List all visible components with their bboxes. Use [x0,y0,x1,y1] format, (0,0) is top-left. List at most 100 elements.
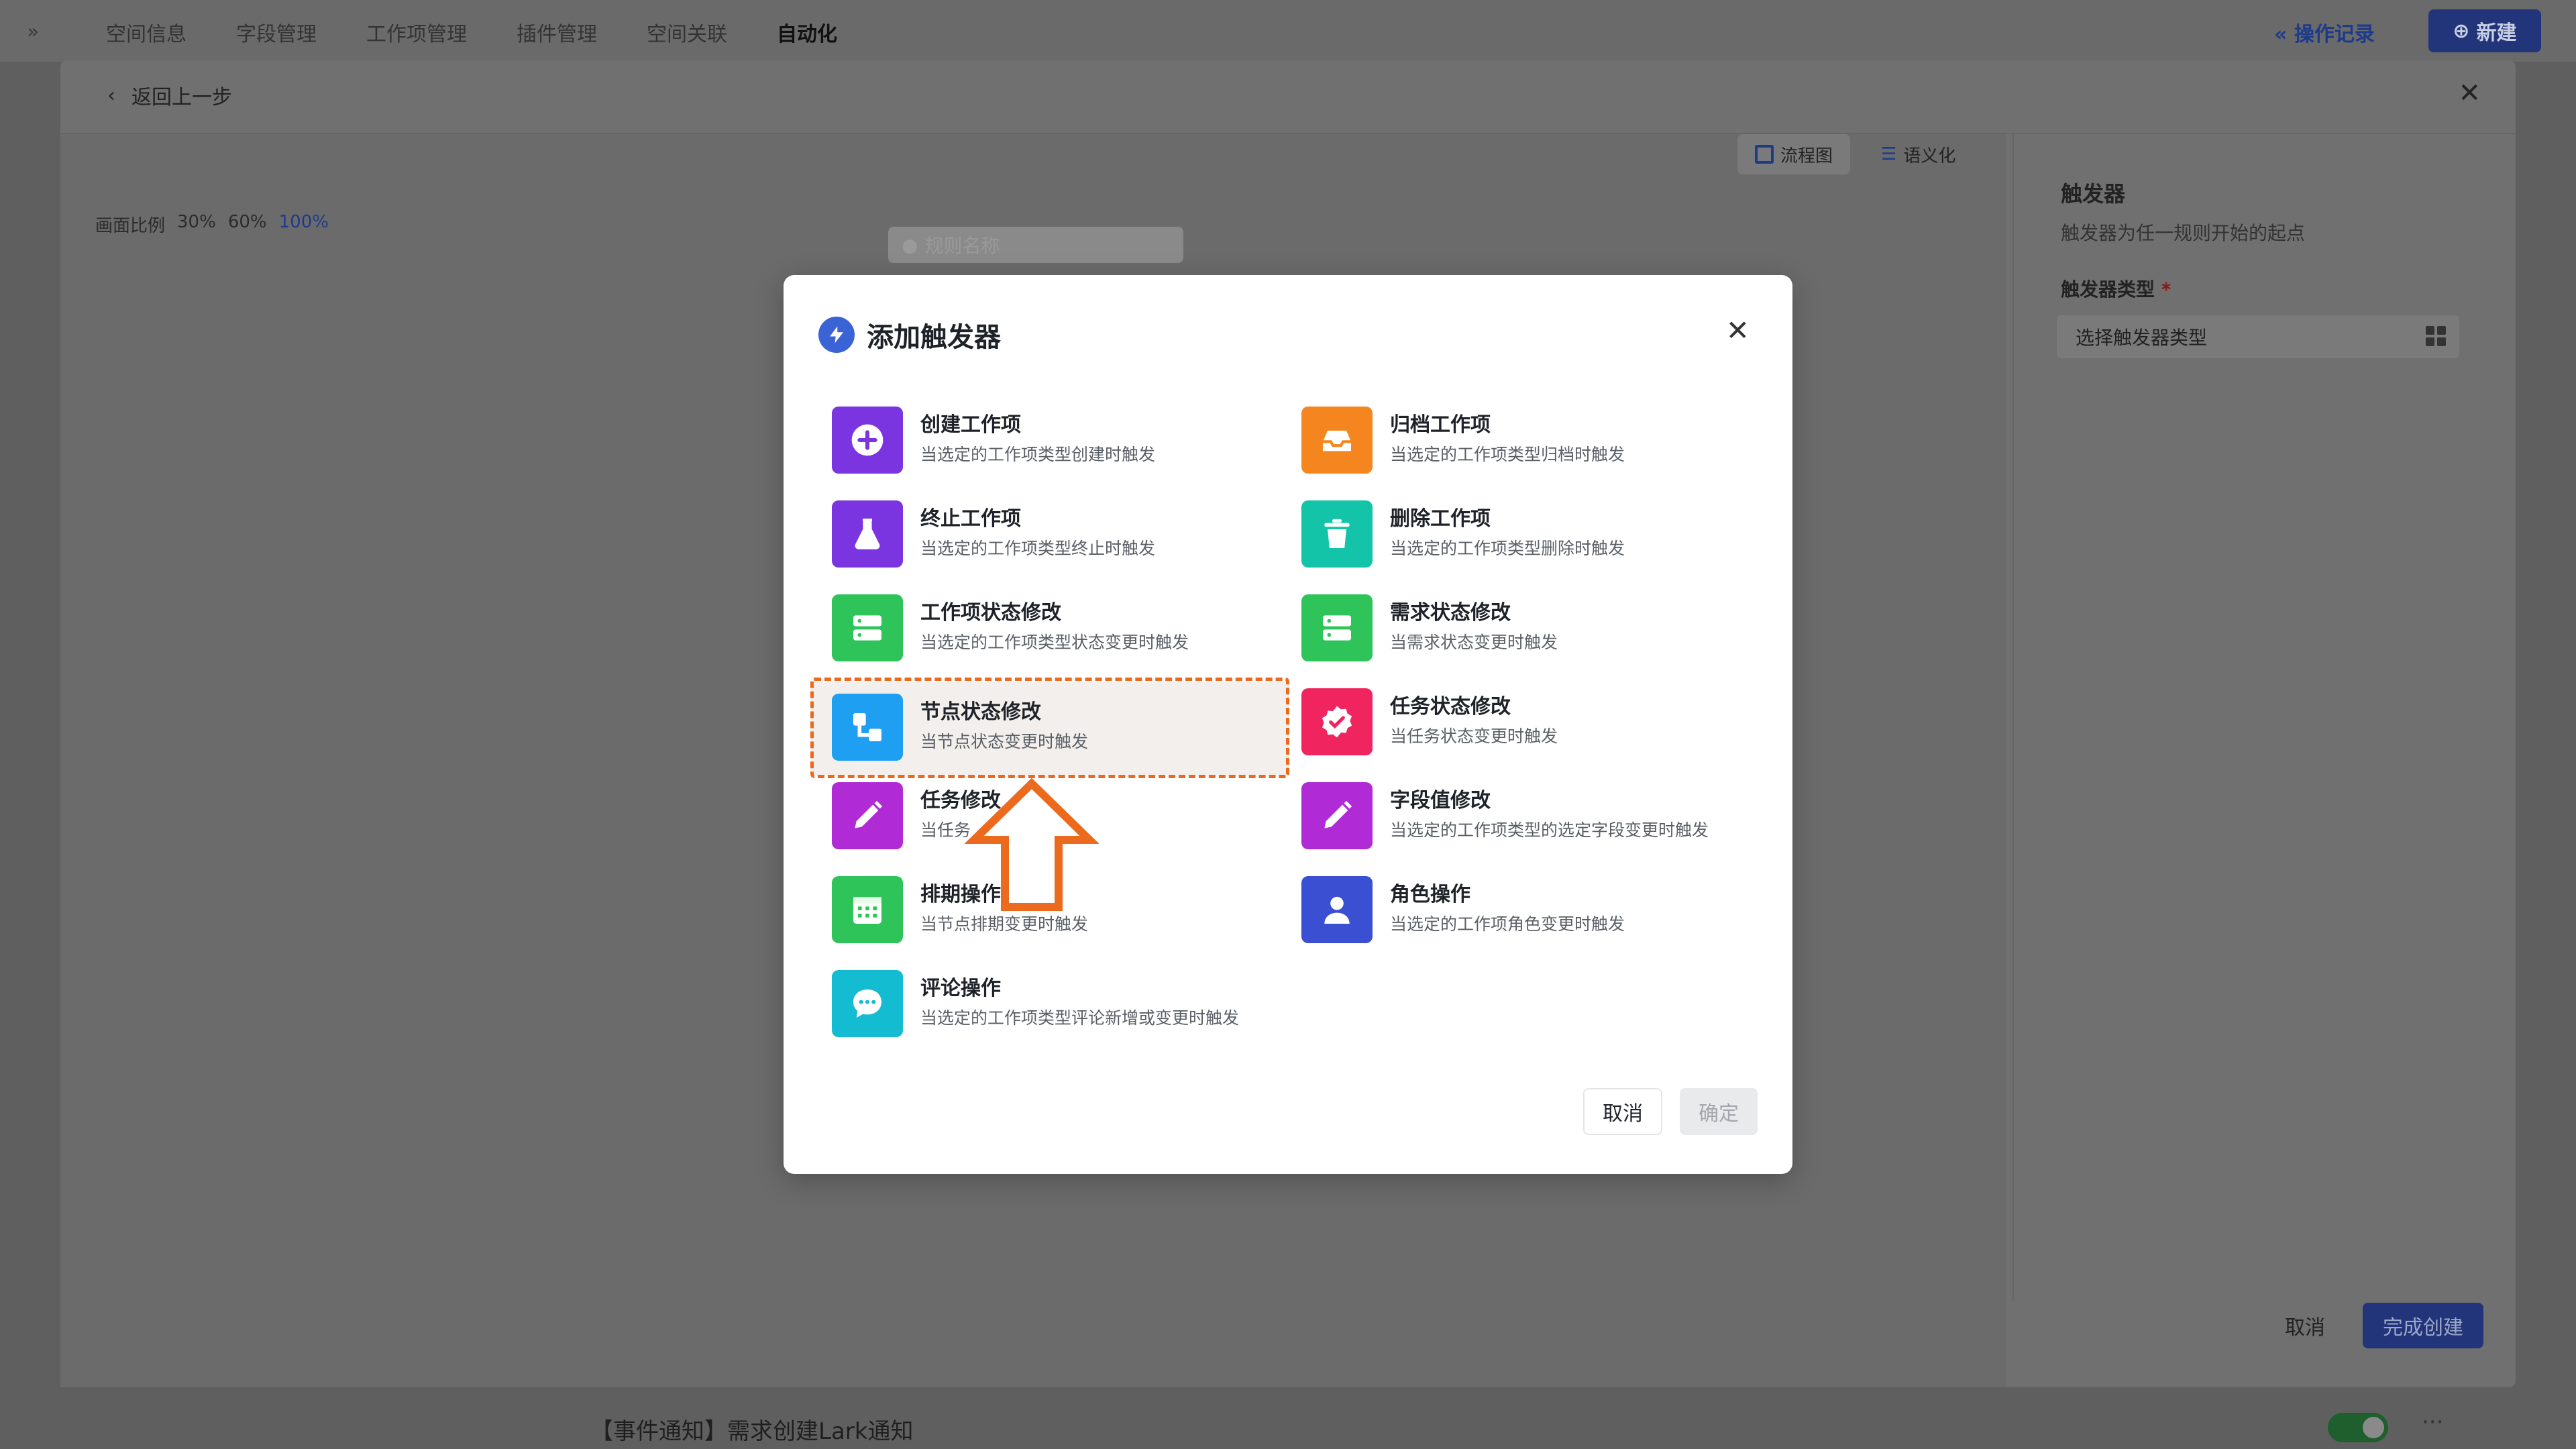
trigger-desc: 当选定的工作项类型删除时触发 [1390,539,1625,558]
trigger-type-label-text: 触发器类型 [2061,278,2155,301]
operation-log-label: 操作记录 [2294,23,2375,46]
inbox-icon [1301,407,1373,474]
sidebar-title: 触发器 [2061,181,2126,207]
trigger-name: 终止工作项 [920,507,1021,531]
trigger-option-requirement-status-change[interactable]: 需求状态修改 当需求状态变更时触发 [1253,588,1709,665]
trigger-option-role-operation[interactable]: 角色操作 当选定的工作项角色变更时触发 [1253,869,1709,947]
trigger-option-field-value-change[interactable]: 字段值修改 当选定的工作项类型的选定字段变更时触发 [1253,775,1709,853]
trigger-name: 角色操作 [1390,883,1470,906]
plus-circle-icon [832,407,903,474]
trigger-desc: 当选定的工作项类型归档时触发 [1390,445,1625,464]
tab-space-info[interactable]: 空间信息 [106,17,186,47]
tab-automation[interactable]: 自动化 [777,17,837,47]
trigger-name: 任务状态修改 [1390,695,1511,718]
trigger-name: 删除工作项 [1390,507,1491,531]
view-flow-button[interactable]: 流程图 [1737,134,1851,174]
trigger-desc: 当选定的工作项角色变更时触发 [1390,914,1625,934]
trigger-name: 工作项状态修改 [920,601,1061,625]
flowchart-icon [1755,145,1774,164]
trigger-option-create-workitem[interactable]: 创建工作项 当选定的工作项类型创建时触发 [784,400,1240,478]
sidebar-description: 触发器为任一规则开始的起点 [2061,222,2306,244]
chat-icon [832,970,903,1037]
trigger-desc: 当任务状态变更时触发 [1390,727,1558,746]
dialog-header: 添加触发器 [818,315,1001,354]
chevron-left-icon: ‹ [107,83,115,107]
dialog-cancel-button[interactable]: 取消 [1583,1088,1662,1135]
zoom-100[interactable]: 100% [279,212,329,237]
zoom-60[interactable]: 60% [228,212,267,237]
panel-close-icon[interactable]: ✕ [2458,78,2481,109]
trigger-option-comment-operation[interactable]: 评论操作 当选定的工作项类型评论新增或变更时触发 [784,963,1240,1041]
trigger-option-delete-workitem[interactable]: 删除工作项 当选定的工作项类型删除时触发 [1253,494,1709,572]
plus-circle-icon: ⊕ [2453,19,2470,43]
list-icon: ☰ [1881,144,1897,164]
trigger-name: 需求状态修改 [1390,601,1511,625]
highlight-box [810,678,1289,778]
trigger-type-select[interactable]: 选择触发器类型 [2057,315,2459,358]
top-nav: » 空间信息 字段管理 工作项管理 插件管理 空间关联 自动化 « 操作记录 ⊕… [0,0,2576,62]
trigger-desc: 当选定的工作项类型终止时触发 [920,539,1156,558]
zoom-control: 画面比例 30% 60% 100% [95,212,329,237]
rule-name-placeholder: 规则名称 [924,235,1000,257]
rule-list-item-title: 【事件通知】需求创建Lark通知 [590,1418,914,1445]
new-button[interactable]: ⊕ 新建 [2428,9,2541,52]
operation-log-link[interactable]: « 操作记录 [2274,17,2375,47]
view-semantic-label: 语义化 [1903,146,1956,166]
trigger-desc: 当选定的工作项类型创建时触发 [920,445,1156,464]
trigger-name: 归档工作项 [1390,413,1491,437]
trigger-type-label: 触发器类型 * [2061,275,2171,302]
trigger-option-terminate-workitem[interactable]: 终止工作项 当选定的工作项类型终止时触发 [784,494,1240,572]
tab-plugin-management[interactable]: 插件管理 [517,17,597,47]
dialog-close-icon[interactable]: ✕ [1726,317,1750,345]
up-arrow-annotation [965,778,1099,911]
zoom-30[interactable]: 30% [177,212,216,237]
trigger-name: 创建工作项 [920,413,1021,437]
required-mark: * [2161,278,2171,301]
server-icon [832,594,903,661]
calendar-icon [832,876,903,943]
zoom-label: 画面比例 [95,216,166,236]
more-icon[interactable]: ··· [2422,1409,2443,1436]
trash-icon [1301,500,1373,568]
tab-workitem-management[interactable]: 工作项管理 [366,17,467,47]
user-icon [1301,876,1373,943]
back-label: 返回上一步 [131,86,232,109]
trigger-desc: 当需求状态变更时触发 [1390,633,1558,652]
lightning-icon [818,317,855,353]
add-trigger-dialog: 添加触发器 ✕ 创建工作项 当选定的工作项类型创建时触发 归档工作项 当选定的工… [784,275,1792,1174]
trigger-option-workitem-status-change[interactable]: 工作项状态修改 当选定的工作项类型状态变更时触发 [784,588,1240,665]
trigger-option-task-status-change[interactable]: 任务状态修改 当任务状态变更时触发 [1253,682,1709,759]
trigger-desc: 当节点排期变更时触发 [920,914,1089,934]
rule-node-icon: ● [902,233,918,256]
view-flow-label: 流程图 [1780,146,1833,166]
pencil-icon [1301,782,1373,849]
grid-add-icon [2426,326,2446,346]
view-toggle: 流程图 ☰ 语义化 [1737,134,1973,174]
badge-check-icon [1301,688,1373,755]
trigger-desc: 当任务 [920,820,971,840]
flask-icon [832,500,903,568]
back-button[interactable]: ‹ 返回上一步 [107,80,232,110]
panel-cancel-button[interactable]: 取消 [2267,1301,2343,1350]
collapse-icon[interactable]: » [27,20,39,44]
panel-footer: 取消 完成创建 [2267,1301,2483,1350]
rule-enable-toggle[interactable] [2328,1413,2388,1442]
trigger-option-archive-workitem[interactable]: 归档工作项 当选定的工作项类型归档时触发 [1253,400,1709,478]
trigger-type-placeholder: 选择触发器类型 [2076,327,2208,349]
trigger-sidebar: 触发器 触发器为任一规则开始的起点 触发器类型 * 选择触发器类型 [2012,134,2516,1301]
view-semantic-button[interactable]: ☰ 语义化 [1864,134,1973,174]
dialog-title: 添加触发器 [867,322,1001,353]
tab-field-management[interactable]: 字段管理 [236,17,317,47]
rule-name-node[interactable]: ● 规则名称 [888,227,1183,263]
trigger-name: 评论操作 [920,977,1001,1000]
dialog-confirm-button[interactable]: 确定 [1680,1088,1758,1135]
tab-space-link[interactable]: 空间关联 [647,17,727,47]
server-icon [1301,594,1373,661]
trigger-desc: 当选定的工作项类型评论新增或变更时触发 [920,1008,1240,1028]
new-button-label: 新建 [2476,21,2517,45]
trigger-desc: 当选定的工作项类型的选定字段变更时触发 [1390,820,1709,840]
finish-create-button[interactable]: 完成创建 [2363,1303,2483,1348]
trigger-name: 字段值修改 [1390,789,1491,812]
trigger-desc: 当选定的工作项类型状态变更时触发 [920,633,1189,652]
pencil-icon [832,782,903,849]
